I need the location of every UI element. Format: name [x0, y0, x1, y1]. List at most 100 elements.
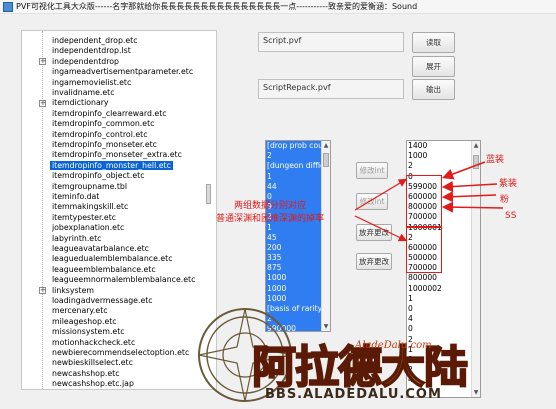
tree-item[interactable]: newcashshop.etc	[50, 369, 122, 379]
arrow-pink	[441, 191, 497, 203]
expand-icon[interactable]: +	[39, 58, 46, 66]
tree-item[interactable]: jobexplanation.etc	[50, 223, 126, 233]
tree-item-label: iteminfo.dat	[52, 192, 100, 201]
arrow-normal-group	[354, 178, 408, 211]
expand-icon[interactable]: +	[39, 287, 46, 295]
expand-icon[interactable]: +	[39, 99, 46, 107]
list-item[interactable]: 4	[407, 314, 471, 324]
tree-item[interactable]: independentdrop.lst	[50, 46, 133, 56]
tree-item[interactable]: itemdropinfo_object.etc	[50, 171, 147, 181]
unpack-button[interactable]: 展开	[412, 56, 455, 77]
tree-item[interactable]: independent_drop.etc	[50, 36, 140, 46]
tree-item[interactable]: itemdropinfo_common.etc	[50, 119, 156, 129]
output-button[interactable]: 输出	[412, 79, 455, 100]
list-item[interactable]: 990000	[266, 324, 321, 331]
tree-item-label: itemmakingskill.etc	[52, 202, 129, 212]
tree-item[interactable]: itemdropinfo_monseter.etc	[50, 140, 159, 150]
tree-item[interactable]: itemgroupname.tbl	[50, 182, 129, 192]
tree-item[interactable]: leagueavatarbalance.etc	[50, 244, 151, 254]
list-item[interactable]: 1	[407, 294, 471, 304]
tree-item-label: newbieskillselect.etc	[52, 358, 133, 368]
tree-item-label: newbierecommendselectoption.etc	[52, 348, 190, 357]
list-item[interactable]: 0	[407, 304, 471, 314]
scroll-up-icon[interactable]: ▲	[322, 141, 330, 150]
tree-item[interactable]: itemdropinfo_control.etc	[50, 130, 150, 140]
list-item[interactable]: [basis of rarity dic	[266, 304, 330, 315]
arrow-blue	[442, 161, 486, 180]
tree-item-label: itemdropinfo_common.etc	[52, 119, 155, 129]
list-item[interactable]: 335	[266, 253, 321, 264]
tree-item[interactable]: invalidname.etc	[50, 88, 117, 98]
list-item[interactable]: 3	[407, 355, 471, 365]
tree-item-label: itemdropinfo_monseter_extra.etc	[52, 150, 182, 160]
label-blue-gear: 蓝装	[486, 155, 505, 165]
tree-item-label: itemtypester.etc	[52, 212, 117, 222]
tree-item[interactable]: missionsystem.etc	[50, 327, 127, 337]
tree-item[interactable]: mileageshop.etc	[50, 317, 119, 327]
list-item[interactable]: 2	[266, 314, 321, 325]
list-item[interactable]: 1000	[266, 293, 321, 304]
tree-item-label: mercenary.etc	[52, 306, 108, 316]
tree-item[interactable]: labyrinth.etc	[50, 234, 103, 244]
window-title: PVF可视化工具大众版------名字那就给你長長長長長長長長長長長長長長長一点…	[16, 2, 418, 11]
tree-item[interactable]: iteminfo.dat	[50, 192, 101, 202]
tree-item[interactable]: itemtypester.etc	[50, 213, 118, 223]
list-item[interactable]: 1000	[266, 273, 321, 284]
tree-item[interactable]: linksystem	[50, 286, 96, 296]
app-icon	[3, 1, 13, 12]
tree-item-label: independentdrop	[52, 56, 119, 66]
tree-item[interactable]: newcashshop.etc.jap	[50, 379, 136, 389]
tree-item[interactable]: itemdropinfo_monseter_extra.etc	[50, 150, 184, 160]
tree-item[interactable]: leaguedualemblembalance.etc	[50, 254, 174, 264]
list-item[interactable]: 2	[407, 335, 471, 345]
tree-item-label: ingameadvertisementparameter.etc	[52, 67, 194, 77]
tree-item-label: jobexplanation.etc	[52, 223, 125, 233]
tree-item[interactable]: newbierecommendselectoption.etc	[50, 348, 191, 358]
tree-item-label: ingamemovielist.etc	[52, 77, 132, 87]
tree-item[interactable]: leagueemblembalance.etc	[50, 265, 158, 275]
tree-item-label: newcashshop.etc	[52, 368, 120, 378]
repack-file-field[interactable]: ScriptRepack.pvf	[258, 79, 404, 99]
tree-item[interactable]: newbieskillselect.etc	[50, 358, 135, 368]
tree-item[interactable]: independentdrop	[50, 57, 121, 67]
tree-item-label: linksystem	[52, 285, 94, 295]
tree-item-label: itemdropinfo_clearreward.etc	[52, 108, 167, 118]
scroll-down-icon[interactable]: ▼	[472, 388, 480, 397]
tree-item[interactable]: mercenary.etc	[50, 306, 110, 316]
list-item[interactable]: 800000	[407, 273, 471, 283]
tree-item[interactable]: itemmakingskill.etc	[50, 202, 130, 212]
tree-item-label: missionsystem.etc	[52, 327, 125, 337]
arrow-hard-group	[354, 215, 408, 242]
site-logo: 阿拉德大陆 AladeDalu.com BBS.ALADEDALU.COM	[195, 300, 556, 409]
scroll-down-icon[interactable]: ▼	[322, 322, 330, 331]
tree-item-label: leagueemblembalance.etc	[52, 264, 156, 274]
list-item[interactable]: 875	[266, 263, 321, 274]
tree-item-label: itemdropinfo_control.etc	[52, 129, 148, 139]
tree-item-label: independentdrop.lst	[52, 46, 131, 56]
list-item[interactable]: 1000	[266, 283, 321, 294]
abandon-changes-button-2[interactable]: 放弃更改	[356, 253, 392, 270]
list-item[interactable]: 1	[407, 345, 471, 355]
tree-item[interactable]: itemdropinfo_clearreward.etc	[50, 109, 169, 119]
tree-item[interactable]: ingamemovielist.etc	[50, 78, 133, 88]
tree-item[interactable]: itemdictionary	[50, 98, 111, 108]
script-file-field[interactable]: Script.pvf	[258, 32, 404, 52]
tree-item[interactable]: motionhackcheck.etc	[50, 338, 137, 348]
tree-item[interactable]: leagueemnormalemblembalance.etc	[50, 275, 197, 285]
file-tree[interactable]: independent_drop.etc independentdrop.lst +…	[21, 30, 217, 390]
tree-item-label: itemdropinfo_monster_hell.etc	[50, 160, 173, 170]
list-item[interactable]: 1000002	[407, 284, 471, 294]
label-pink: 粉	[500, 195, 510, 205]
list-item[interactable]: 0	[407, 324, 471, 334]
tree-item[interactable]: ingameadvertisementparameter.etc	[50, 67, 195, 77]
tree-item[interactable]: loadingadvermessage.etc	[50, 296, 155, 306]
note-line-1: 两组数据分别对应	[234, 201, 307, 211]
list-item[interactable]: 2	[407, 365, 471, 375]
tree-item-label: loadingadvermessage.etc	[52, 296, 153, 305]
scroll-up-icon[interactable]: ▲	[472, 141, 480, 150]
tree-item[interactable]: itemdropinfo_monster_hell.etc	[50, 160, 173, 171]
note-line-2: 普通深渊和困难深渊的掉率	[216, 214, 325, 224]
tree-item-label: independent_drop.etc	[52, 36, 138, 45]
read-button[interactable]: 读取	[412, 32, 455, 53]
list-item[interactable]: 4	[407, 375, 471, 385]
